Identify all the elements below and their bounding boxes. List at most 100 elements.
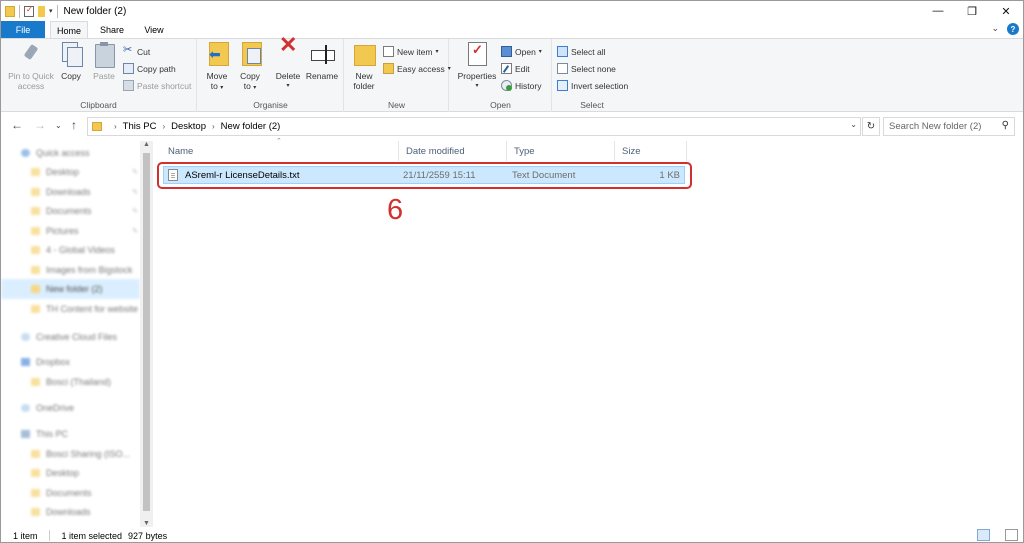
invert-selection-label: Invert selection [571, 80, 629, 91]
navigation-scrollbar[interactable]: ▲ ▼ [140, 141, 153, 527]
nav-item-pc-downloads[interactable]: Downloads [1, 502, 140, 522]
nav-item-pc-desktop[interactable]: Desktop [1, 463, 140, 483]
nav-item-creative-cloud[interactable]: Creative Cloud Files [1, 327, 140, 347]
new-folder-button[interactable]: New folder [350, 42, 378, 91]
folder-icon [31, 167, 40, 176]
tab-view[interactable]: View [137, 21, 171, 38]
breadcrumb-desktop[interactable]: Desktop [171, 121, 206, 132]
minimize-button[interactable]: — [921, 1, 955, 21]
properties-icon[interactable] [24, 5, 34, 17]
nav-item-new-folder[interactable]: New folder (2) [1, 279, 140, 299]
nav-item-quick-access[interactable]: Quick access [1, 143, 140, 163]
copy-button[interactable]: Copy [58, 42, 84, 81]
chevron-right-icon[interactable]: › [212, 122, 215, 131]
nav-item-pictures[interactable]: Pictures ✎ [1, 221, 140, 241]
tab-file[interactable]: File [1, 21, 45, 38]
nav-item-label: This PC [36, 428, 69, 439]
nav-item-label: Documents [46, 205, 92, 216]
nav-item-bigstock[interactable]: Images from Bigstock [1, 260, 140, 280]
nav-item-bosci-sharing[interactable]: Bosci Sharing (ISO... [1, 444, 140, 464]
back-arrow-icon[interactable]: ← [11, 118, 23, 132]
tab-share[interactable]: Share [95, 21, 129, 38]
nav-item-label: Pictures [46, 225, 79, 236]
item-count: 1 item [13, 530, 38, 541]
clipboard-label: Clipboard [80, 100, 117, 110]
highlight-box [157, 162, 692, 189]
details-view-icon[interactable] [977, 529, 990, 541]
nav-item-onedrive[interactable]: OneDrive [1, 398, 140, 418]
close-button[interactable]: ✕ [989, 1, 1023, 21]
refresh-button[interactable]: ↻ [862, 117, 880, 136]
pin-to-quick-access-button[interactable]: Pin to Quick access [5, 42, 57, 91]
title-bar: ▾ New folder (2) — ❐ ✕ [1, 1, 1023, 21]
nav-item-dropbox[interactable]: Dropbox [1, 352, 140, 372]
paste-button[interactable]: Paste [90, 42, 118, 81]
new-folder-icon[interactable] [38, 5, 45, 17]
nav-item-downloads[interactable]: Downloads ✎ [1, 182, 140, 202]
nav-item-desktop[interactable]: Desktop ✎ [1, 162, 140, 182]
forward-arrow-icon[interactable]: → [34, 118, 46, 132]
rename-button[interactable]: Rename [305, 42, 339, 81]
select-group: Select all Select none Invert selection … [553, 39, 631, 112]
properties-button[interactable]: Properties ▾ [456, 42, 498, 91]
nav-item-pc-documents[interactable]: Documents [1, 483, 140, 503]
nav-item-bosci-thailand[interactable]: Bosci (Thailand) [1, 372, 140, 392]
search-input[interactable]: Search New folder (2) ⚲ [883, 117, 1015, 136]
select-none-button[interactable]: Select none [557, 61, 616, 76]
address-bar[interactable]: › This PC › Desktop › New folder (2) ⌄ [87, 117, 861, 136]
history-button[interactable]: History [501, 78, 541, 93]
paste-shortcut-button[interactable]: Paste shortcut [123, 78, 191, 93]
pin-icon: ✎ [132, 227, 138, 235]
easy-access-button[interactable]: Easy access ▾ [383, 61, 451, 76]
chevron-down-icon[interactable]: ⌄ [850, 120, 857, 129]
scrollbar-thumb[interactable] [143, 153, 150, 511]
cut-button[interactable]: Cut [123, 43, 150, 59]
new-item-button[interactable]: New item ▾ [383, 44, 438, 59]
nav-item-label: Downloads [46, 506, 91, 517]
invert-selection-button[interactable]: Invert selection [557, 78, 628, 93]
scroll-down-icon[interactable]: ▼ [140, 520, 153, 527]
column-header-date-modified[interactable]: Date modified [399, 141, 507, 161]
large-icons-view-icon[interactable] [1005, 529, 1018, 541]
select-none-label: Select none [571, 63, 616, 74]
tab-home[interactable]: Home [50, 21, 88, 39]
nav-item-global-videos[interactable]: 4 - Global Videos [1, 240, 140, 260]
nav-item-th-content[interactable]: TH Content for website [1, 299, 140, 319]
chevron-right-icon[interactable]: › [162, 122, 165, 131]
scroll-up-icon[interactable]: ▲ [140, 141, 153, 148]
recent-locations-icon[interactable]: ⌄ [55, 121, 62, 130]
nav-item-label: Downloads [46, 186, 91, 197]
select-all-button[interactable]: Select all [557, 44, 606, 59]
nav-item-documents[interactable]: Documents ✎ [1, 201, 140, 221]
column-header-size[interactable]: Size [615, 141, 687, 161]
delete-label: Delete [275, 71, 301, 81]
chevron-right-icon[interactable]: › [114, 122, 117, 131]
ribbon-controls: ⌄ ? [991, 23, 1019, 35]
up-arrow-icon[interactable]: ↑ [71, 118, 77, 132]
breadcrumb-this-pc[interactable]: This PC [123, 121, 157, 132]
folder-icon [31, 206, 40, 215]
customize-toolbar-icon[interactable]: ▾ [49, 7, 53, 15]
maximize-button[interactable]: ❐ [955, 1, 989, 21]
column-header-name[interactable]: Name [161, 141, 399, 161]
nav-item-label: Bosci (Thailand) [46, 376, 112, 387]
rename-label: Rename [305, 71, 339, 81]
breadcrumb-new-folder[interactable]: New folder (2) [221, 121, 281, 132]
clipboard-group: Pin to Quick access Copy Paste Cut Copy … [1, 39, 197, 112]
nav-item-this-pc[interactable]: This PC [1, 424, 140, 444]
copy-to-button[interactable]: Copy to ▾ [235, 42, 265, 93]
easy-access-label: Easy access [397, 63, 445, 74]
move-to-button[interactable]: Move to ▾ [202, 42, 232, 93]
expand-ribbon-icon[interactable]: ⌄ [991, 23, 999, 35]
window-title: New folder (2) [63, 5, 127, 17]
copy-path-button[interactable]: Copy path [123, 61, 176, 76]
folder-icon [31, 377, 40, 386]
new-label: New [387, 100, 405, 110]
edit-button[interactable]: Edit [501, 61, 530, 76]
help-icon[interactable]: ? [1007, 23, 1019, 35]
chevron-down-icon: ▾ [538, 49, 542, 55]
column-header-type[interactable]: Type [507, 141, 615, 161]
copy-to-icon [238, 42, 262, 68]
delete-button[interactable]: Delete ▾ [273, 40, 303, 91]
open-button[interactable]: Open ▾ [501, 44, 542, 59]
